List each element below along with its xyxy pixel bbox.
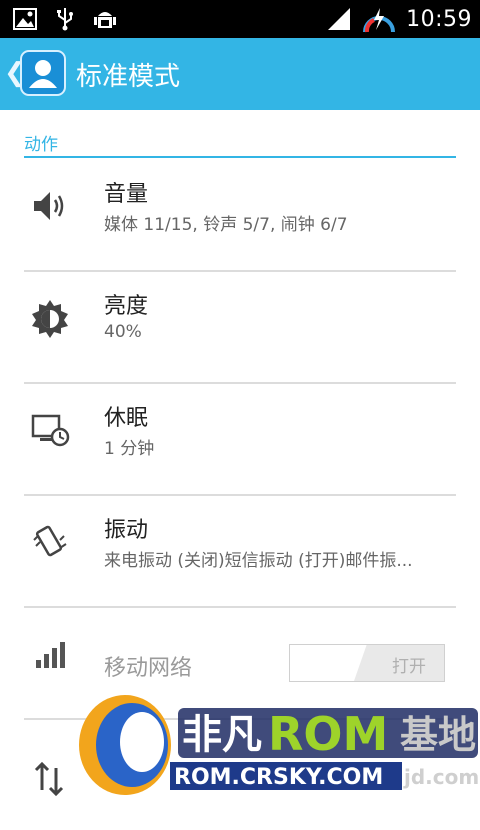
watermark-url: ROM.CRSKY.COM	[174, 765, 383, 790]
action-bar: ❮ 标准模式	[0, 38, 480, 110]
section-header-actions: 动作	[24, 130, 456, 158]
settings-item-brightness[interactable]: 亮度 40%	[24, 270, 456, 384]
settings-item-vibration[interactable]: 振动 来电振动 (关闭)短信振动 (打开)邮件振...	[24, 494, 456, 608]
settings-item-summary: 来电振动 (关闭)短信振动 (打开)邮件振...	[104, 551, 413, 571]
android-debug-icon	[94, 12, 116, 28]
clock: 10:59	[406, 6, 472, 32]
usb-icon	[57, 8, 73, 31]
watermark-logo: 非凡 ROM 基地 ROM.CRSKY.COM jd.com	[79, 695, 479, 795]
settings-item-title: 移动网络	[104, 656, 193, 681]
settings-item-summary: 1 分钟	[104, 439, 155, 459]
mobile-network-toggle[interactable]: 打开	[289, 644, 445, 682]
status-bar: 10:59	[0, 0, 480, 38]
mobile-signal-icon	[36, 642, 65, 668]
battery-charging-icon	[363, 8, 396, 33]
settings-item-summary: 40%	[104, 322, 142, 342]
data-sync-icon	[34, 761, 64, 797]
signal-icon	[328, 8, 351, 30]
settings-item-sleep[interactable]: 休眠 1 分钟	[24, 382, 456, 496]
settings-item-volume[interactable]: 音量 媒体 11/15, 铃声 5/7, 闹钟 6/7	[24, 158, 456, 272]
watermark-brand3: 基地	[400, 713, 476, 757]
settings-item-title: 音量	[104, 182, 149, 207]
settings-item-summary: 媒体 11/15, 铃声 5/7, 闹钟 6/7	[104, 215, 348, 235]
settings-item-title: 休眠	[104, 406, 149, 431]
settings-item-title: 亮度	[104, 294, 149, 319]
profile-app-icon[interactable]	[20, 50, 66, 96]
watermark-brand2: ROM	[268, 707, 388, 761]
toggle-label: 打开	[392, 657, 426, 677]
screen-timeout-icon	[31, 414, 70, 447]
watermark-url2: jd.com	[403, 765, 479, 789]
settings-item-title: 振动	[104, 518, 149, 543]
page-title: 标准模式	[76, 62, 181, 92]
section-title: 动作	[24, 135, 58, 155]
volume-icon	[34, 192, 64, 220]
image-notification-icon	[13, 8, 37, 30]
brightness-icon	[32, 300, 68, 338]
watermark-brand1: 非凡	[182, 712, 262, 758]
vibrate-icon	[33, 525, 67, 557]
